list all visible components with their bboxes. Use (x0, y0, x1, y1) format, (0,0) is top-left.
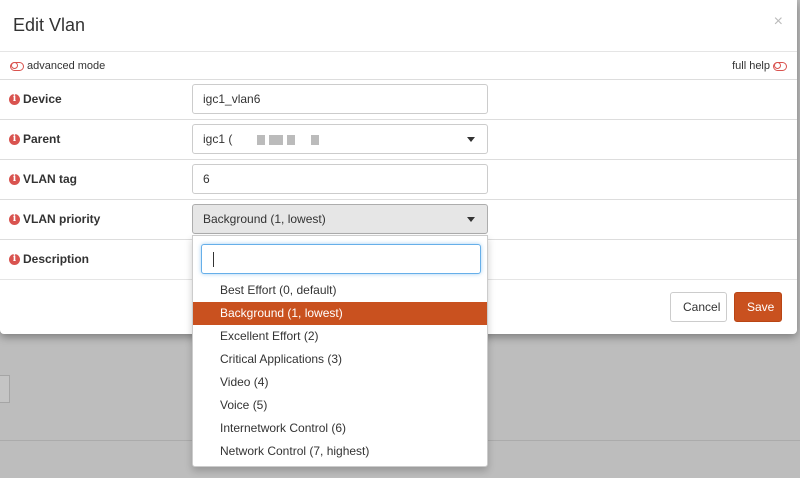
text-cursor (213, 252, 214, 267)
device-row: i Device igc1_vlan6 (0, 80, 797, 120)
dropdown-search-input[interactable] (201, 244, 481, 274)
chevron-down-icon (467, 137, 475, 142)
parent-label: i Parent (9, 132, 60, 146)
mode-row: advanced mode full help (0, 52, 797, 80)
info-icon[interactable]: i (9, 173, 20, 185)
dropdown-option[interactable]: Network Control (7, highest) (193, 440, 487, 463)
dropdown-option[interactable]: Background (1, lowest) (193, 302, 487, 325)
parent-select[interactable]: igc1 ( (192, 124, 488, 154)
redacted-block (311, 135, 319, 145)
parent-row: i Parent igc1 ( (0, 120, 797, 160)
description-label-text: Description (23, 252, 90, 266)
advanced-mode-label: advanced mode (27, 60, 106, 72)
vlan-tag-label: i VLAN tag (9, 172, 77, 186)
vlan-tag-row: i VLAN tag 6 (0, 160, 797, 200)
chevron-down-icon (467, 217, 475, 222)
vlan-priority-dropdown: Best Effort (0, default) Background (1, l… (192, 235, 488, 467)
close-icon[interactable]: × (774, 14, 783, 30)
full-help-label: full help (732, 60, 770, 72)
full-help-toggle[interactable]: full help (732, 60, 787, 72)
dropdown-option[interactable]: Best Effort (0, default) (193, 279, 487, 302)
vlan-priority-select[interactable]: Background (1, lowest) (192, 204, 488, 234)
dropdown-option[interactable]: Excellent Effort (2) (193, 325, 487, 348)
dropdown-option[interactable]: Video (4) (193, 371, 487, 394)
device-input[interactable]: igc1_vlan6 (192, 84, 488, 114)
dialog-header: Edit Vlan × (0, 0, 797, 52)
redacted-block (287, 135, 295, 145)
dropdown-options: Best Effort (0, default) Background (1, l… (193, 279, 487, 463)
dropdown-option[interactable]: Internetwork Control (6) (193, 417, 487, 440)
redacted-block (269, 135, 283, 145)
vlan-priority-label: i VLAN priority (9, 212, 100, 226)
parent-select-value: igc1 ( (203, 132, 233, 146)
cancel-button[interactable]: Cancel (670, 292, 727, 322)
parent-label-text: Parent (23, 132, 61, 146)
vlan-tag-label-text: VLAN tag (23, 172, 77, 186)
vlan-tag-input[interactable]: 6 (192, 164, 488, 194)
info-icon[interactable]: i (9, 93, 20, 105)
vlan-priority-select-value: Background (1, lowest) (203, 212, 326, 226)
device-label-text: Device (23, 92, 62, 106)
toggle-off-icon (773, 61, 787, 71)
description-label: i Description (9, 252, 89, 266)
vlan-priority-label-text: VLAN priority (23, 212, 101, 226)
vlan-priority-row: i VLAN priority Background (1, lowest) (0, 200, 797, 240)
dropdown-option[interactable]: Voice (5) (193, 394, 487, 417)
advanced-mode-toggle[interactable]: advanced mode (10, 60, 105, 72)
info-icon[interactable]: i (9, 253, 20, 265)
dropdown-option[interactable]: Critical Applications (3) (193, 348, 487, 371)
info-icon[interactable]: i (9, 133, 20, 145)
dialog-title: Edit Vlan (13, 15, 86, 35)
redacted-block (257, 135, 265, 145)
info-icon[interactable]: i (9, 213, 20, 225)
background-control (0, 375, 10, 403)
save-button[interactable]: Save (734, 292, 782, 322)
device-label: i Device (9, 92, 62, 106)
toggle-off-icon (10, 61, 24, 71)
